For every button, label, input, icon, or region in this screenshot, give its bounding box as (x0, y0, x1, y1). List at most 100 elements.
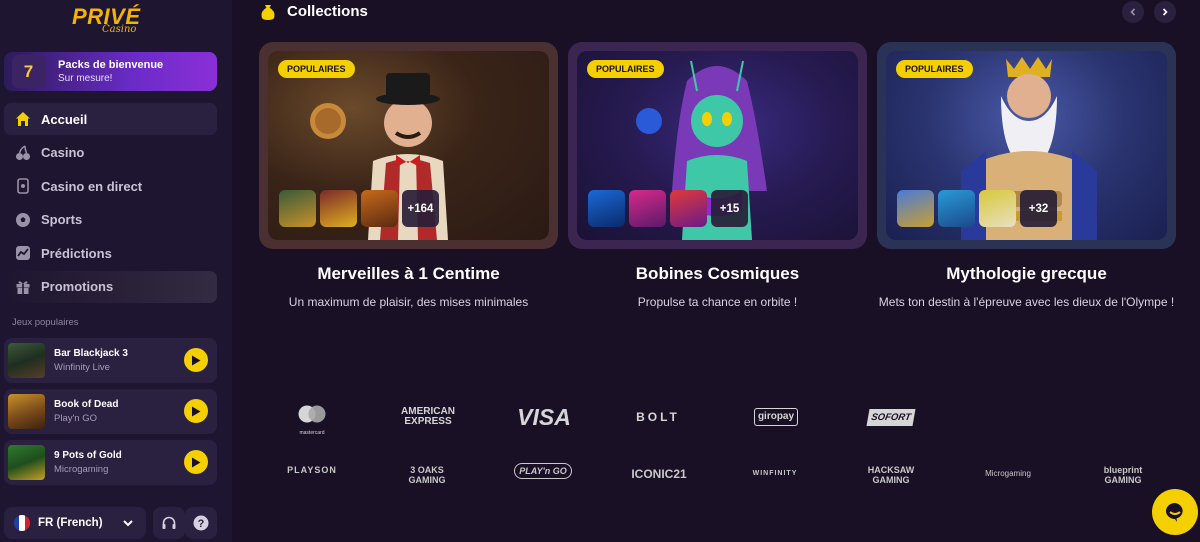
badge-populaires: POPULAIRES (896, 60, 973, 78)
brand-sub: Casino (102, 24, 137, 35)
game-thumbnail[interactable] (897, 190, 934, 227)
prev-button[interactable] (1122, 1, 1144, 23)
welcome-title: Packs de bienvenue (58, 59, 164, 71)
play-icon (192, 457, 201, 467)
nav-label: Promotions (41, 279, 114, 294)
cards-icon (14, 177, 32, 195)
chat-icon (1166, 503, 1183, 522)
more-games-count[interactable]: +32 (1020, 190, 1057, 227)
chart-icon (14, 244, 32, 262)
gift-icon (14, 278, 32, 296)
headset-icon (162, 516, 176, 529)
play-icon (192, 355, 201, 365)
nav-label: Sports (41, 212, 83, 227)
chevron-left-icon (1130, 8, 1136, 16)
game-thumbnail[interactable] (938, 190, 975, 227)
popular-games-list: Bar Blackjack 3 Winfinity Live Book of D… (4, 338, 217, 491)
play-button[interactable] (184, 348, 208, 372)
giropay-logo: giropay (754, 408, 798, 426)
nav-label: Casino (41, 145, 85, 160)
game-thumbnail[interactable] (670, 190, 707, 227)
more-games-count[interactable]: +15 (711, 190, 748, 227)
card-title: Bobines Cosmiques (635, 264, 800, 283)
sidebar: PRIVÉ Casino 7 Packs de bienvenue Sur me… (0, 0, 232, 542)
game-name: 9 Pots of Gold (54, 450, 122, 461)
list-item[interactable]: Bar Blackjack 3 Winfinity Live (4, 338, 217, 383)
nav-item-predictions[interactable]: Prédictions (4, 237, 217, 269)
sofort-logo: SOFORT (866, 409, 916, 426)
soccer-ball-icon (14, 211, 32, 229)
collections-title: Collections (287, 3, 368, 20)
bolt-logo: BOLT (636, 410, 680, 424)
game-thumbnail[interactable] (979, 190, 1016, 227)
visa-logo: VISA (517, 404, 571, 430)
help-icon: ? (193, 515, 209, 531)
playson-logo: PLAYSON (287, 465, 337, 475)
game-thumbnail[interactable] (629, 190, 666, 227)
popular-games-heading: Jeux populaires (12, 317, 79, 328)
nav-item-promotions[interactable]: Promotions (4, 270, 217, 303)
hacksaw-logo: HACKSAW GAMING (867, 465, 915, 485)
badge-populaires: POPULAIRES (587, 60, 664, 78)
game-thumbnail[interactable] (279, 190, 316, 227)
game-thumbnail (8, 343, 45, 378)
game-thumbnail[interactable] (588, 190, 625, 227)
list-item[interactable]: 9 Pots of Gold Microgaming (4, 440, 217, 485)
home-icon (14, 110, 32, 128)
live-chat-button[interactable] (1152, 489, 1198, 535)
help-button[interactable]: ? (185, 507, 217, 539)
badge-populaires: POPULAIRES (278, 60, 355, 78)
playngo-logo: PLAY'n GO (514, 463, 572, 479)
france-flag-icon (14, 515, 30, 531)
mastercard-icon (298, 405, 326, 423)
list-item[interactable]: Book of Dead Play'n GO (4, 389, 217, 434)
language-selector[interactable]: FR (French) (4, 507, 146, 539)
game-thumbnail (8, 445, 45, 480)
blueprint-logo: blueprint GAMING (1103, 465, 1143, 485)
mastercard-logo: mastercard (288, 404, 336, 436)
card-title: Mythologie grecque (946, 264, 1107, 283)
money-bag-icon (259, 3, 277, 26)
brand-logo[interactable]: PRIVÉ Casino (72, 4, 152, 40)
play-button[interactable] (184, 450, 208, 474)
svg-text:?: ? (198, 518, 205, 530)
game-thumbnail (8, 394, 45, 429)
mastercard-label: mastercard (299, 430, 325, 436)
game-name: Book of Dead (54, 399, 119, 410)
welcome-packs-banner[interactable]: 7 Packs de bienvenue Sur mesure! (4, 52, 217, 91)
next-button[interactable] (1154, 1, 1176, 23)
cherries-icon (14, 144, 32, 162)
game-provider: Play'n GO (54, 413, 97, 424)
game-thumbnail[interactable] (320, 190, 357, 227)
card-description: Mets ton destin à l'épreuve avec les die… (878, 295, 1175, 309)
game-provider: Winfinity Live (54, 362, 110, 373)
game-provider: Microgaming (54, 464, 109, 475)
3oaks-logo: 3 OAKS GAMING (408, 465, 446, 485)
support-button[interactable] (153, 507, 185, 539)
chevron-right-icon (1162, 8, 1168, 16)
nav-label: Casino en direct (41, 178, 143, 194)
language-label: FR (French) (38, 517, 103, 529)
welcome-subtitle: Sur mesure! (58, 73, 113, 84)
game-thumbnail[interactable] (361, 190, 398, 227)
card-title: Merveilles à 1 Centime (317, 264, 500, 283)
card-description: Un maximum de plaisir, des mises minimal… (288, 295, 529, 309)
nav-item-sports[interactable]: Sports (4, 204, 217, 236)
microgaming-logo: Microgaming (985, 469, 1031, 478)
nav-item-casino[interactable]: Casino (4, 137, 217, 169)
amex-logo: AMERICAN EXPRESS (401, 406, 455, 427)
slot-7-icon: 7 (12, 55, 45, 88)
winfinity-logo: WINFINITY (752, 470, 798, 477)
more-games-count[interactable]: +164 (402, 190, 439, 227)
main-nav: Accueil Casino Casino en direct Sports P… (4, 103, 217, 304)
card-description: Propulse ta chance en orbite ! (637, 295, 798, 309)
chevron-down-icon (122, 516, 134, 534)
nav-label: Accueil (41, 111, 88, 127)
play-icon (192, 406, 201, 416)
game-name: Bar Blackjack 3 (54, 348, 128, 359)
iconic21-logo: ICONIC21 (631, 467, 687, 481)
nav-item-accueil[interactable]: Accueil (4, 103, 217, 135)
nav-item-casino-en-direct[interactable]: Casino en direct (4, 170, 217, 202)
play-button[interactable] (184, 399, 208, 423)
nav-label: Prédictions (41, 245, 112, 261)
